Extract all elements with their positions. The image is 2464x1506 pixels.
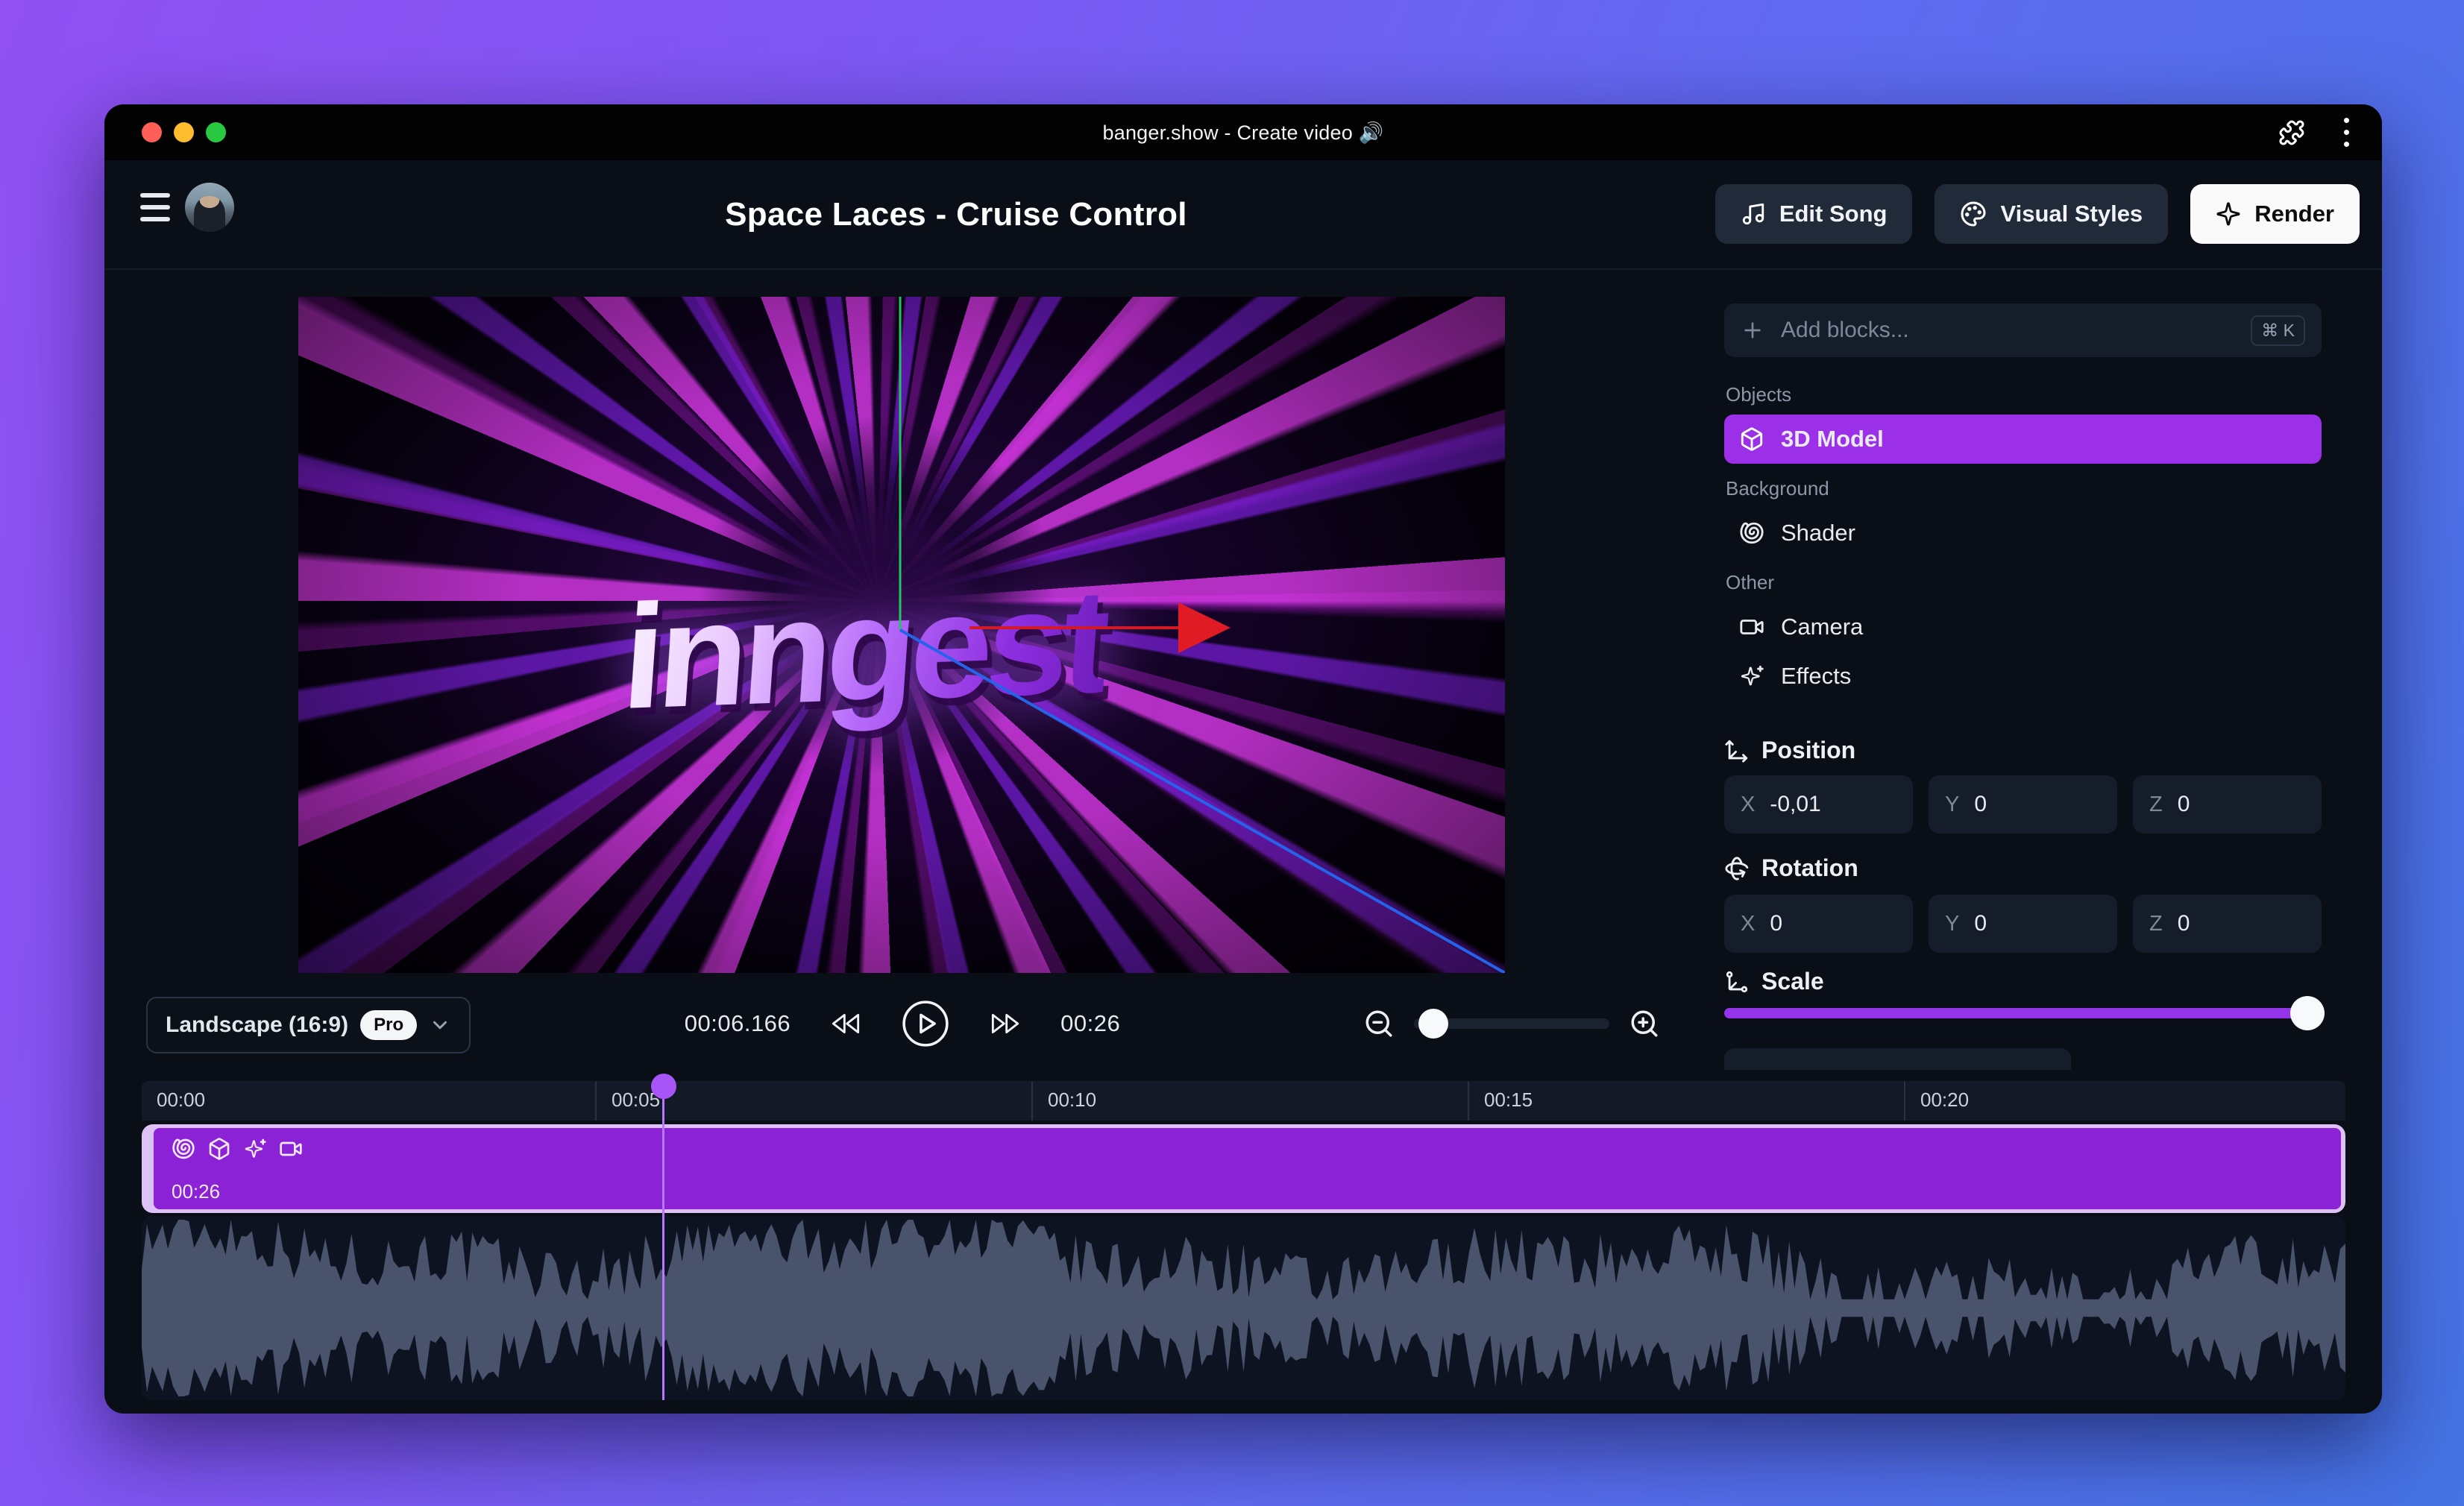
clipped-panel-edge [1724,1048,2071,1070]
total-duration: 00:26 [1060,1010,1121,1036]
box-icon [1739,426,1764,452]
rotation-z-input[interactable]: Z 0 [2133,895,2322,953]
ruler-tick: 00:15 [1468,1081,1904,1121]
rotation-y-input[interactable]: Y 0 [1929,895,2117,953]
video-icon [279,1137,303,1161]
block-item-label: Shader [1781,520,1855,546]
scale-slider-track[interactable] [1724,1008,2322,1018]
chevron-down-icon [429,1014,451,1036]
position-x-input[interactable]: X -0,01 [1724,775,1913,834]
video-icon [1739,614,1764,640]
position-z-input[interactable]: Z 0 [2133,775,2322,834]
clip-duration-label: 00:26 [172,1180,221,1203]
zoom-slider-thumb[interactable] [1418,1009,1448,1039]
block-item-camera[interactable]: Camera [1724,602,2322,652]
scale-slider-thumb[interactable] [2290,996,2325,1030]
block-item-effects[interactable]: Effects [1724,652,2322,701]
sparkles-icon [1739,664,1764,689]
rotation-section-header: Rotation [1724,854,1858,882]
hamburger-menu-icon[interactable] [140,193,170,221]
scale-3d-icon [1724,969,1750,995]
zoom-slider[interactable] [1414,1009,1609,1039]
add-blocks-input[interactable]: Add blocks... ⌘ K [1724,303,2322,357]
preview-viewport[interactable]: inngest [298,297,1505,973]
properties-sidebar: Add blocks... ⌘ K Objects 3D Model Backg… [1724,104,2325,1070]
group-label-other: Other [1726,571,1775,593]
page-title: Space Laces - Cruise Control [725,195,1187,233]
scale-slider[interactable] [1724,996,2325,1030]
rewind-button[interactable] [831,1009,861,1039]
ruler-tick: 00:00 [157,1088,206,1111]
timeline-ruler[interactable]: 00:00 00:05 00:10 00:15 00:20 [142,1081,2345,1121]
block-item-shader[interactable]: Shader [1724,508,2322,558]
rotation-label: Rotation [1761,854,1858,881]
transport-controls: 00:06.166 00:26 [626,997,1178,1050]
sparkles-icon [243,1137,267,1161]
timeline-clip[interactable]: 00:26 [142,1124,2345,1213]
ruler-tick: 00:20 [1904,1081,2345,1121]
timeline-zoom-controls [1363,997,1660,1050]
plus-icon [1741,318,1764,342]
play-button[interactable] [901,999,950,1048]
zoom-out-icon[interactable] [1363,1008,1395,1039]
ruler-tick: 00:10 [1031,1081,1468,1121]
block-item-3d-model[interactable]: 3D Model [1724,415,2322,464]
waveform[interactable] [142,1216,2345,1400]
position-label: Position [1761,737,1856,763]
aspect-ratio-label: Landscape (16:9) [166,1012,349,1037]
shortcut-badge: ⌘ K [2251,315,2305,346]
block-item-label: Camera [1781,614,1864,640]
scale-label: Scale [1761,968,1824,995]
current-time: 00:06.166 [684,1010,791,1036]
position-section-header: Position [1724,737,1855,764]
block-item-label: 3D Model [1781,426,1884,452]
timeline: 00:00 00:05 00:10 00:15 00:20 00:26 [142,1074,2345,1400]
gizmo-x-arrowhead[interactable] [1178,602,1231,653]
playhead-line[interactable] [662,1087,664,1400]
avatar[interactable] [185,183,234,232]
aspect-ratio-select[interactable]: Landscape (16:9) Pro [146,997,471,1053]
transform-gizmo[interactable] [298,297,1505,973]
add-blocks-placeholder: Add blocks... [1781,318,1909,342]
waveform-graphic [142,1220,2345,1396]
move-3d-icon [1724,738,1750,763]
block-item-label: Effects [1781,663,1852,689]
position-y-input[interactable]: Y 0 [1929,775,2117,834]
shell-icon [172,1137,195,1161]
playhead-handle[interactable] [651,1074,676,1099]
browser-menu-icon[interactable] [2344,118,2349,147]
pro-badge: Pro [360,1010,418,1040]
shell-icon [1739,520,1764,546]
group-label-background: Background [1726,477,1829,500]
scale-section-header: Scale [1724,968,1824,995]
rotation-x-input[interactable]: X 0 [1724,895,1913,953]
rotate-3d-icon [1724,856,1750,881]
group-label-objects: Objects [1726,383,1792,406]
gizmo-z-axis[interactable] [899,628,1505,973]
zoom-in-icon[interactable] [1629,1008,1660,1039]
box-icon [207,1137,231,1161]
app-window: banger.show - Create video 🔊 Space Laces… [104,104,2382,1414]
fast-forward-button[interactable] [990,1009,1020,1039]
clip-block-icons [172,1137,303,1161]
